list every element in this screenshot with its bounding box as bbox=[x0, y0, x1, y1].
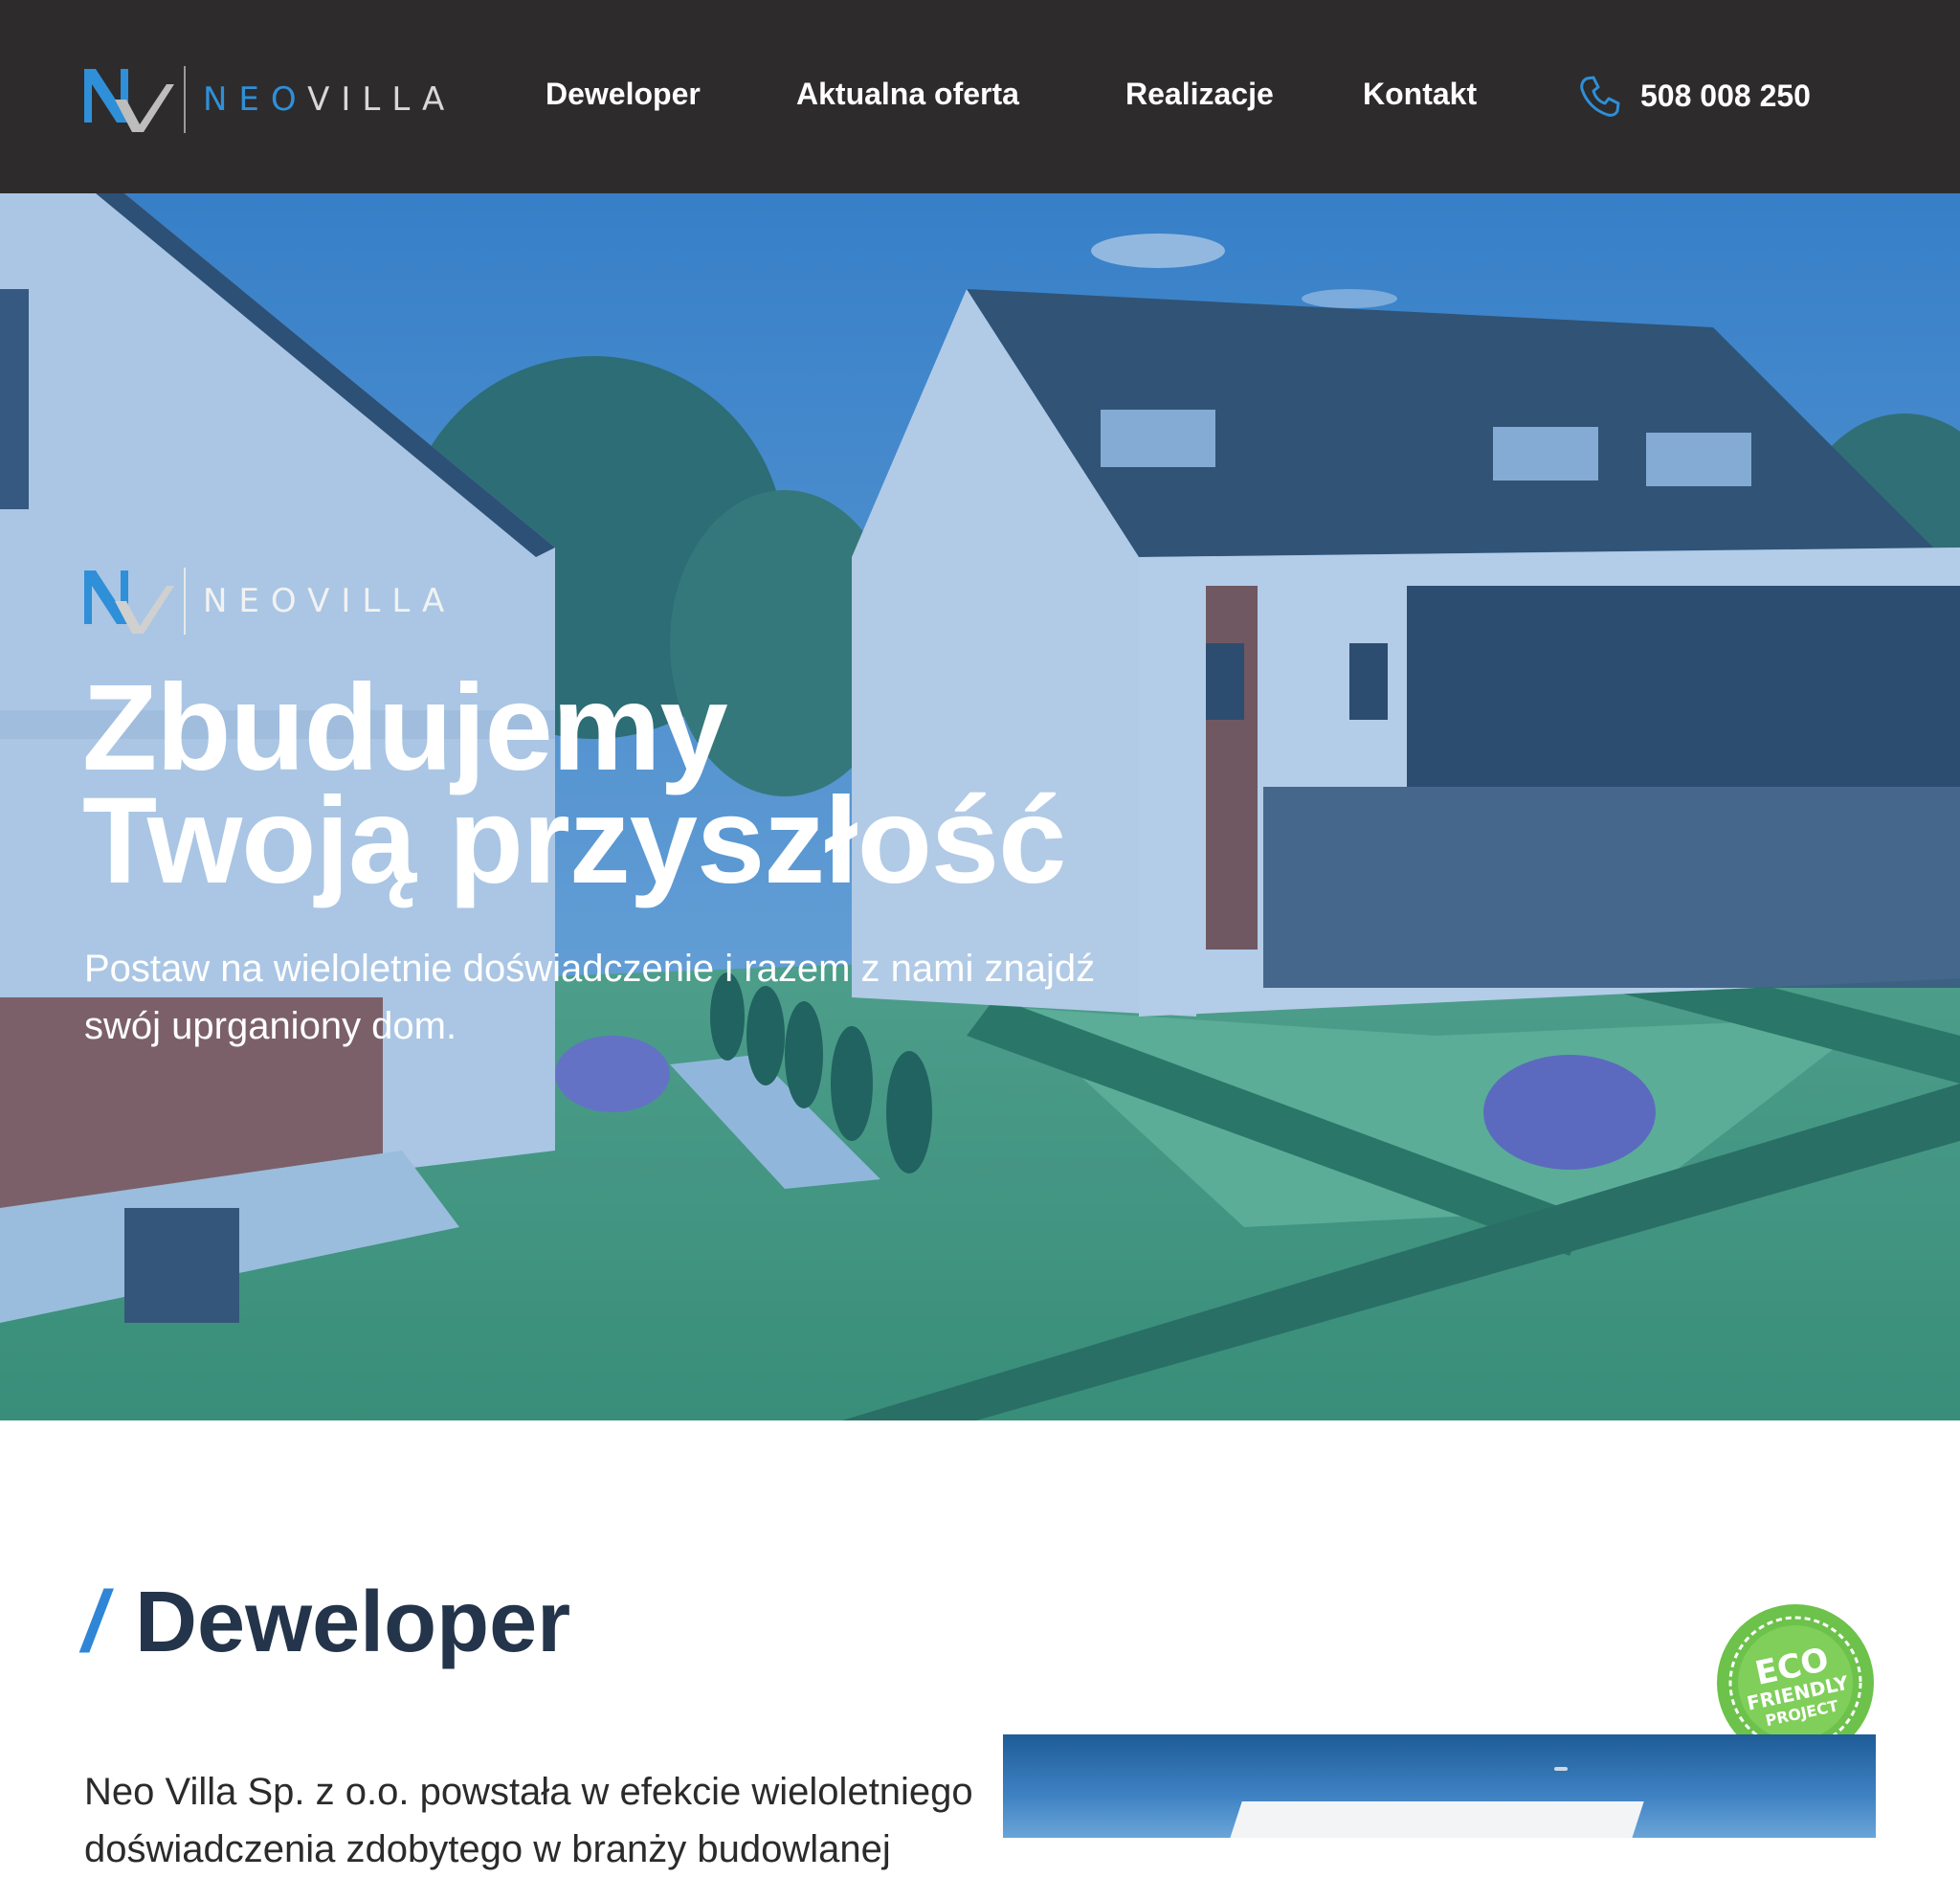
developer-heading: / Deweloper bbox=[82, 1570, 570, 1675]
hero-title-line-2: Twoją przyszłość bbox=[82, 772, 1066, 909]
phone-link[interactable]: 508 008 250 bbox=[1577, 73, 1811, 119]
nav-kontakt[interactable]: Kontakt bbox=[1363, 73, 1477, 115]
hero-title-line-1: Zbudujemy bbox=[82, 660, 728, 796]
heading-slash-accent: / bbox=[82, 1575, 107, 1670]
phone-handset-icon bbox=[1580, 76, 1620, 117]
logo-wordmark: NEOVILLA bbox=[203, 80, 457, 119]
building-shape bbox=[1223, 1801, 1644, 1838]
logo-divider bbox=[184, 66, 186, 133]
hero-logo-wordmark: NEOVILLA bbox=[203, 582, 457, 620]
bird-shape bbox=[1554, 1767, 1568, 1771]
developer-building-image bbox=[1003, 1734, 1876, 1838]
phone-number: 508 008 250 bbox=[1640, 78, 1811, 113]
hero-subtitle: Postaw na wieloletnie doświadczenie i ra… bbox=[84, 948, 1096, 1047]
site-header: NEOVILLA Deweloper Aktualna oferta Reali… bbox=[0, 0, 1960, 193]
nav-deweloper[interactable]: Deweloper bbox=[546, 73, 701, 115]
logo-divider bbox=[184, 568, 186, 635]
header-logo[interactable]: NEOVILLA bbox=[82, 65, 456, 134]
hero-section: NEOVILLA Zbudujemy Twoją przyszłość Post… bbox=[0, 193, 1960, 1420]
developer-heading-text: Deweloper bbox=[135, 1575, 571, 1670]
nv-monogram-icon bbox=[84, 69, 174, 132]
nv-monogram-icon bbox=[84, 570, 174, 634]
nav-realizacje[interactable]: Realizacje bbox=[1125, 73, 1274, 115]
hero-title: Zbudujemy Twoją przyszłość bbox=[82, 660, 1066, 909]
hero-logo: NEOVILLA bbox=[82, 567, 456, 636]
nav-aktualna-oferta[interactable]: Aktualna oferta bbox=[796, 73, 1019, 115]
developer-paragraph: Neo Villa Sp. z o.o. powstała w efekcie … bbox=[84, 1771, 973, 1870]
